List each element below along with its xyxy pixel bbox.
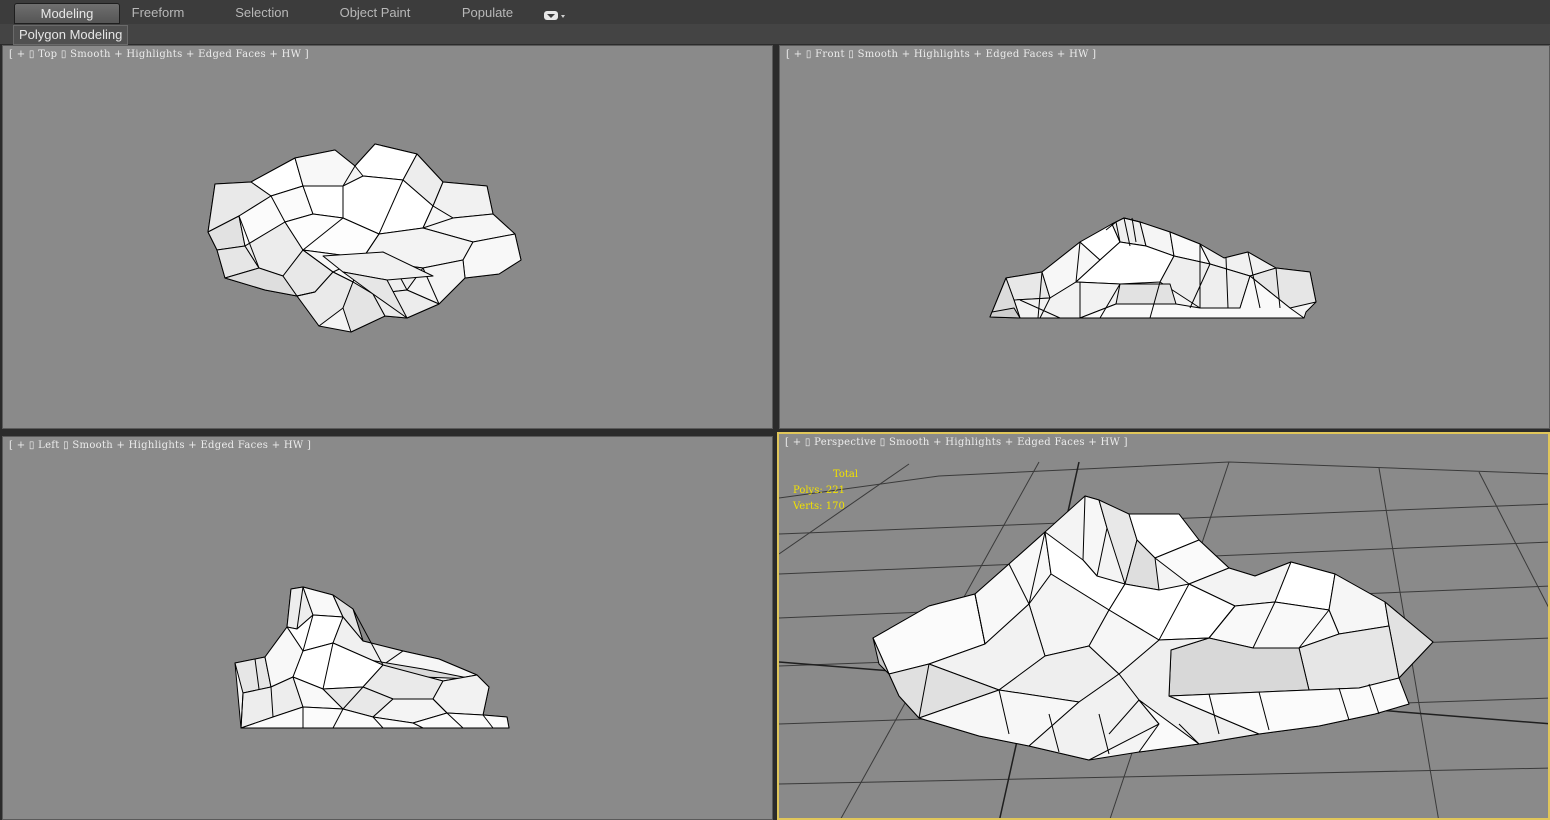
viewport-shading-menu[interactable]: Smooth + Highlights + Edged Faces + HW [889, 437, 1120, 448]
viewport-perspective[interactable]: [ + ▯ Perspective ▯ Smooth + Highlights … [777, 432, 1550, 820]
viewport-shading-menu[interactable]: Smooth + Highlights + Edged Faces + HW [70, 49, 301, 60]
viewport-label-front: [ + ▯ Front ▯ Smooth + Highlights + Edge… [786, 49, 1097, 60]
tab-populate[interactable]: Populate [450, 3, 525, 22]
viewport-shading-menu[interactable]: Smooth + Highlights + Edged Faces + HW [858, 49, 1089, 60]
stats-title: Total [833, 469, 859, 480]
viewport-top[interactable]: [ + ▯ Top ▯ Smooth + Highlights + Edged … [2, 45, 773, 429]
viewport-label-perspective: [ + ▯ Perspective ▯ Smooth + Highlights … [785, 437, 1128, 448]
ribbon-dropdown-icon[interactable] [544, 8, 566, 20]
ribbon-panel-bar: Polygon Modeling [0, 24, 1550, 45]
label-bracket-open: [ [9, 49, 14, 60]
polygon-modeling-button[interactable]: Polygon Modeling [13, 25, 129, 45]
tab-selection[interactable]: Selection [222, 3, 302, 22]
rock-mesh-top [207, 143, 522, 333]
ribbon-tab-bar: Modeling Freeform Selection Object Paint… [0, 0, 1550, 25]
tab-modeling[interactable]: Modeling [14, 3, 120, 24]
rock-mesh-front [989, 217, 1317, 319]
viewport-front[interactable]: [ + ▯ Front ▯ Smooth + Highlights + Edge… [779, 45, 1550, 429]
tab-object-paint[interactable]: Object Paint [330, 3, 420, 22]
viewport-menu-plus[interactable]: + [17, 49, 26, 60]
viewport-label-left: [ + ▯ Left ▯ Smooth + Highlights + Edged… [9, 440, 312, 451]
viewport-left[interactable]: [ + ▯ Left ▯ Smooth + Highlights + Edged… [2, 436, 773, 820]
stats-polys: Polys: 221 [793, 485, 845, 496]
viewport-shading-menu[interactable]: Smooth + Highlights + Edged Faces + HW [72, 440, 303, 451]
statistics-overlay: Total Polys: 221 Verts: 170 [793, 467, 858, 515]
perspective-scene [779, 461, 1548, 818]
viewport-menu-plus[interactable]: + [17, 440, 26, 451]
label-bracket-open: [ [9, 440, 14, 451]
viewport-menu-plus[interactable]: + [794, 49, 803, 60]
viewport-menu-plus[interactable]: + [793, 437, 802, 448]
label-bracket-open: [ [785, 437, 790, 448]
label-bracket-close: ] [304, 49, 309, 60]
tab-freeform[interactable]: Freeform [118, 3, 198, 22]
viewport-point-of-view-menu[interactable]: Top [38, 49, 57, 60]
viewport-label-top: [ + ▯ Top ▯ Smooth + Highlights + Edged … [9, 49, 309, 60]
label-bracket-open: [ [786, 49, 791, 60]
viewport-point-of-view-menu[interactable]: Perspective [814, 437, 876, 448]
viewport-point-of-view-menu[interactable]: Left [38, 440, 59, 451]
stats-verts: Verts: 170 [793, 501, 845, 512]
rock-mesh-perspective [872, 495, 1434, 761]
label-bracket-close: ] [1123, 437, 1128, 448]
label-bracket-close: ] [306, 440, 312, 451]
label-bracket-close: ] [1092, 49, 1097, 60]
viewport-point-of-view-menu[interactable]: Front [815, 49, 845, 60]
rock-mesh-left [234, 586, 510, 729]
